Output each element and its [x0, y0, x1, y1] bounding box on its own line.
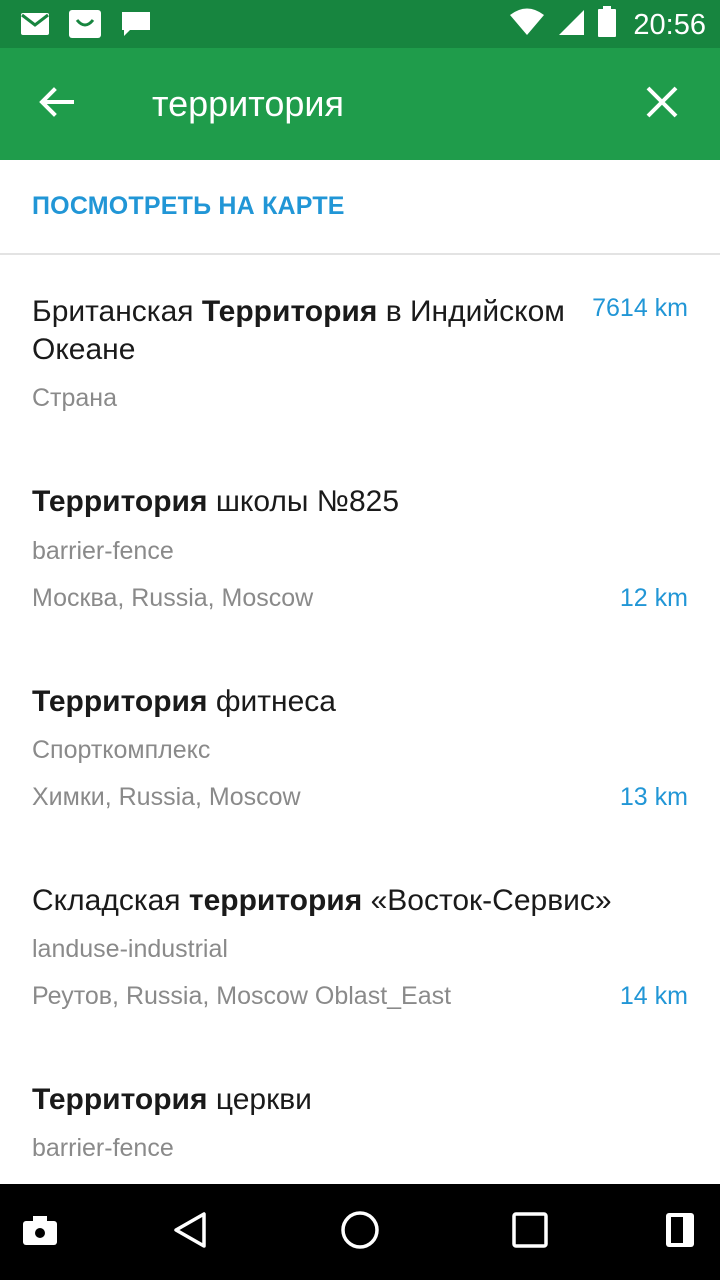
result-title-suffix: «Восток-Сервис» [362, 884, 612, 917]
battery-icon [597, 6, 617, 43]
result-title: Территория церкви [32, 1081, 612, 1119]
status-bar: 20:56 [0, 0, 720, 48]
screenshot-button[interactable] [14, 1206, 66, 1258]
arrow-back-icon [38, 86, 74, 123]
list-item[interactable]: Территория школы №825 barrier-fence Моск… [0, 483, 720, 643]
signal-icon [557, 8, 585, 41]
result-location: Реутов, Russia, Moscow Oblast_East [32, 982, 452, 1010]
home-button[interactable] [334, 1206, 386, 1258]
result-title-match: территория [188, 884, 363, 917]
status-time: 20:56 [633, 8, 706, 41]
back-button[interactable] [28, 76, 84, 132]
result-title: Складская территория «Восток-Сервис» [32, 882, 672, 920]
result-distance: 13 km [619, 783, 688, 811]
result-title: Британская Территория в Индийском Океане [32, 293, 612, 369]
result-distance: 7614 km [592, 294, 688, 322]
result-title-match: Территория [32, 485, 208, 518]
navigation-bar [0, 1184, 720, 1280]
result-distance: 14 km [619, 982, 688, 1010]
result-location: Москва, Russia, Moscow [32, 584, 314, 612]
result-category: Страна [32, 384, 118, 412]
list-item[interactable]: Складская территория «Восток-Сервис» lan… [0, 882, 720, 1042]
screen-button[interactable] [654, 1206, 706, 1258]
back-nav-button[interactable] [164, 1206, 216, 1258]
result-category: Спорткомплекс [32, 736, 211, 764]
result-location: Химки, Russia, Moscow [32, 783, 301, 811]
shop-bag-icon [68, 8, 102, 45]
result-category: landuse-industrial [32, 935, 228, 963]
result-title-match: Территория [32, 1083, 208, 1116]
result-title-match: Территория [32, 685, 208, 718]
search-toolbar: территория [0, 48, 720, 160]
result-title-match: Территория [201, 295, 378, 328]
screen-icon [664, 1211, 696, 1254]
home-circle-icon [339, 1209, 381, 1256]
view-on-map-link[interactable]: ПОСМОТРЕТЬ НА КАРТЕ [32, 192, 345, 221]
result-title-suffix: фитнеса [207, 685, 336, 718]
results-list: Британская Территория в Индийском Океане… [0, 255, 720, 1183]
result-title-prefix: Британская [32, 295, 202, 328]
result-title: Территория фитнеса [32, 683, 612, 721]
list-item[interactable]: Территория фитнеса Спорткомплекс Химки, … [0, 683, 720, 843]
result-category: barrier-fence [32, 537, 174, 565]
notification-icons [20, 8, 152, 45]
list-item[interactable]: Британская Территория в Индийском Океане… [0, 293, 720, 453]
result-category: barrier-fence [32, 1134, 174, 1162]
close-button[interactable] [634, 76, 690, 132]
result-distance: 12 km [619, 584, 688, 612]
screenshot-icon [21, 1213, 59, 1252]
message-icon [120, 10, 152, 43]
recents-button[interactable] [504, 1206, 556, 1258]
system-icons: 20:56 [509, 6, 706, 43]
result-title-prefix: Складская [32, 884, 189, 917]
wifi-icon [509, 8, 545, 41]
search-query[interactable]: территория [152, 82, 344, 126]
close-icon [645, 85, 679, 124]
result-title: Территория школы №825 [32, 483, 612, 521]
result-title-suffix: церкви [207, 1083, 312, 1116]
recents-square-icon [511, 1211, 549, 1254]
list-item[interactable]: Территория церкви barrier-fence [0, 1081, 720, 1183]
mail-icon [20, 12, 50, 41]
result-title-suffix: школы №825 [207, 485, 400, 518]
back-triangle-icon [170, 1210, 210, 1255]
